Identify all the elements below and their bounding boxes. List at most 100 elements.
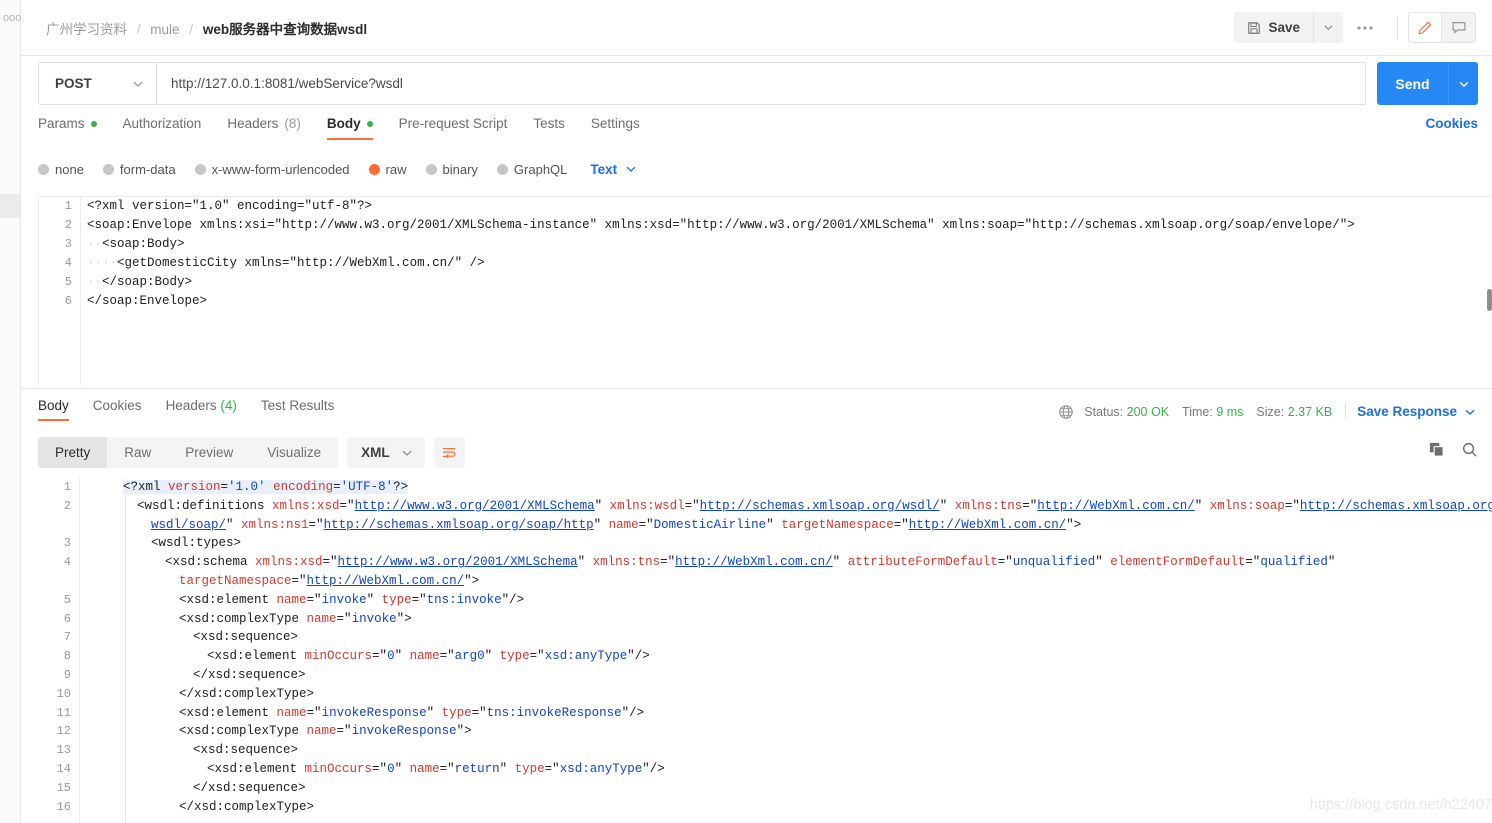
breadcrumb: 广州学习资料 / mule / web服务器中查询数据wsdl [46, 18, 367, 38]
code-link[interactable]: http://WebXml.com.cn/ [675, 555, 833, 569]
code-link[interactable]: http://schemas.xmlsoap.org/ [1300, 499, 1492, 513]
code-token: arg0 [454, 649, 485, 664]
save-response-button[interactable]: Save Response [1357, 404, 1476, 419]
response-body-viewer[interactable]: 1 2 3 4 5 6 7 8 9 10 11 12 13 14 15 16 <?xml version='1… [38, 478, 1492, 823]
modified-dot-icon [366, 120, 373, 127]
request-body-code[interactable]: <?xml version="1.0" encoding="utf-8"?> <s… [82, 197, 1492, 386]
code-token: " [366, 592, 382, 607]
cookies-link[interactable]: Cookies [1425, 116, 1478, 131]
body-type-raw[interactable]: raw [368, 162, 407, 177]
code-text: </soap:Envelope> [87, 294, 208, 308]
code-token: type [514, 761, 545, 776]
view-mode-raw[interactable]: Raw [107, 437, 168, 468]
line-number: 5 [64, 275, 72, 289]
code-line: <xsd:complexType name="invoke"> [123, 610, 1492, 629]
save-response-label: Save Response [1357, 404, 1457, 419]
response-view-modes: Pretty Raw Preview Visualize [38, 437, 339, 468]
code-token: =" [322, 555, 338, 570]
code-link[interactable]: http://WebXml.com.cn/ [909, 518, 1067, 532]
code-token: xmlns:tns [592, 555, 661, 570]
tab-tests[interactable]: Tests [533, 116, 579, 140]
code-link[interactable]: http://www.w3.org/2001/XMLSchema [338, 555, 578, 569]
comments-button[interactable] [1442, 12, 1476, 43]
code-line: <?xml version="1.0" encoding="utf-8"?> [87, 197, 1492, 216]
code-text: <soap:Envelope xmlns:xsi="http://www.w3.… [87, 218, 1355, 232]
body-type-form-data-label: form-data [119, 161, 176, 177]
tab-params[interactable]: Params [38, 116, 111, 140]
tab-pre-request-script[interactable]: Pre-request Script [399, 116, 522, 140]
line-number: 13 [56, 743, 71, 758]
response-tab-body[interactable]: Body [38, 398, 69, 421]
tab-headers[interactable]: Headers (8) [227, 116, 315, 140]
code-token: type [499, 649, 530, 664]
line-number: 3 [63, 536, 71, 551]
tab-authorization[interactable]: Authorization [123, 116, 216, 140]
send-options-button[interactable] [1448, 62, 1478, 105]
copy-icon[interactable] [1428, 441, 1445, 458]
code-line: <xsd:element minOccurs="0" name="arg0" t… [123, 647, 1492, 666]
code-token: =" [306, 705, 322, 720]
breadcrumb-workspace[interactable]: 广州学习资料 [46, 22, 127, 37]
view-mode-visualize[interactable]: Visualize [250, 437, 338, 468]
code-link[interactable]: http://WebXml.com.cn/ [307, 574, 465, 588]
save-dropdown-button[interactable] [1313, 12, 1343, 43]
view-mode-pretty[interactable]: Pretty [38, 437, 108, 468]
code-token: invoke [351, 611, 397, 626]
code-link[interactable]: http://www.w3.org/2001/XMLSchema [355, 499, 595, 513]
code-token: xmlns:ns1 [241, 517, 309, 532]
response-tab-test-results[interactable]: Test Results [261, 398, 335, 421]
body-type-form-data[interactable]: form-data [102, 161, 176, 177]
request-editor-scrollbar[interactable] [1487, 289, 1492, 311]
code-line: <wsdl:types> [123, 534, 1492, 553]
send-button[interactable]: Send [1377, 62, 1448, 105]
view-mode-preview[interactable]: Preview [168, 437, 250, 468]
code-line: <xsd:complexType name="invokeResponse"> [123, 722, 1492, 741]
code-token: </xsd:sequence> [193, 667, 306, 682]
code-link[interactable]: wsdl/soap/ [151, 518, 226, 532]
url-input[interactable]: http://127.0.0.1:8081/webService?wsdl [156, 62, 1366, 105]
request-body-editor[interactable]: 1 2 3 4 5 6 <?xml version="1.0" encoding="utf… [38, 196, 1492, 386]
code-token: "/> [642, 761, 665, 776]
tab-settings-label: Settings [590, 116, 640, 131]
rail-ellipsis-icon[interactable]: ooo [3, 12, 21, 24]
http-method-select[interactable]: POST [38, 62, 156, 105]
edit-request-button[interactable] [1408, 12, 1442, 43]
code-token: "> [396, 611, 412, 626]
left-rail: ooo [0, 0, 21, 823]
line-number: 3 [64, 237, 72, 251]
code-link[interactable]: http://schemas.xmlsoap.org/soap/http [324, 518, 594, 532]
code-token: type [381, 592, 412, 607]
breadcrumb-collection[interactable]: mule [150, 22, 179, 37]
response-tab-headers[interactable]: Headers (4) [166, 398, 237, 421]
code-token: <xsd:element [207, 649, 305, 664]
save-button[interactable]: Save [1234, 12, 1313, 43]
code-link[interactable]: http://schemas.xmlsoap.org/wsdl/ [700, 499, 940, 513]
tab-settings[interactable]: Settings [591, 116, 654, 140]
tab-body[interactable]: Body [326, 116, 387, 140]
line-number: 8 [63, 649, 71, 664]
wrap-lines-button[interactable] [433, 437, 465, 468]
meta-divider [1345, 403, 1347, 420]
code-token: name [276, 705, 307, 720]
response-tab-cookies[interactable]: Cookies [93, 398, 142, 421]
more-actions-button[interactable] [1343, 12, 1387, 43]
body-type-none[interactable]: none [38, 162, 84, 177]
body-type-binary[interactable]: binary [425, 162, 478, 177]
indent-dots: ···· [87, 256, 118, 270]
code-token: "> [464, 573, 480, 588]
code-token: =" [308, 517, 324, 532]
response-body-code[interactable]: <?xml version='1.0' encoding='UTF-8'?> <w… [81, 478, 1492, 823]
search-icon[interactable] [1461, 441, 1478, 458]
line-number: 1 [64, 199, 72, 213]
radio-icon [496, 163, 508, 175]
code-token: " [1095, 555, 1111, 570]
raw-format-select[interactable]: Text [590, 162, 637, 177]
body-type-urlencoded[interactable]: x-www-form-urlencoded [194, 162, 350, 177]
code-token: qualified [1260, 555, 1328, 570]
response-format-select[interactable]: XML [347, 437, 425, 468]
body-type-graphql[interactable]: GraphQL [496, 162, 567, 177]
code-token: name [608, 517, 639, 532]
code-token: <xsd:complexType [179, 724, 307, 739]
code-link[interactable]: http://WebXml.com.cn/ [1037, 499, 1195, 513]
code-token: =" [684, 498, 700, 513]
